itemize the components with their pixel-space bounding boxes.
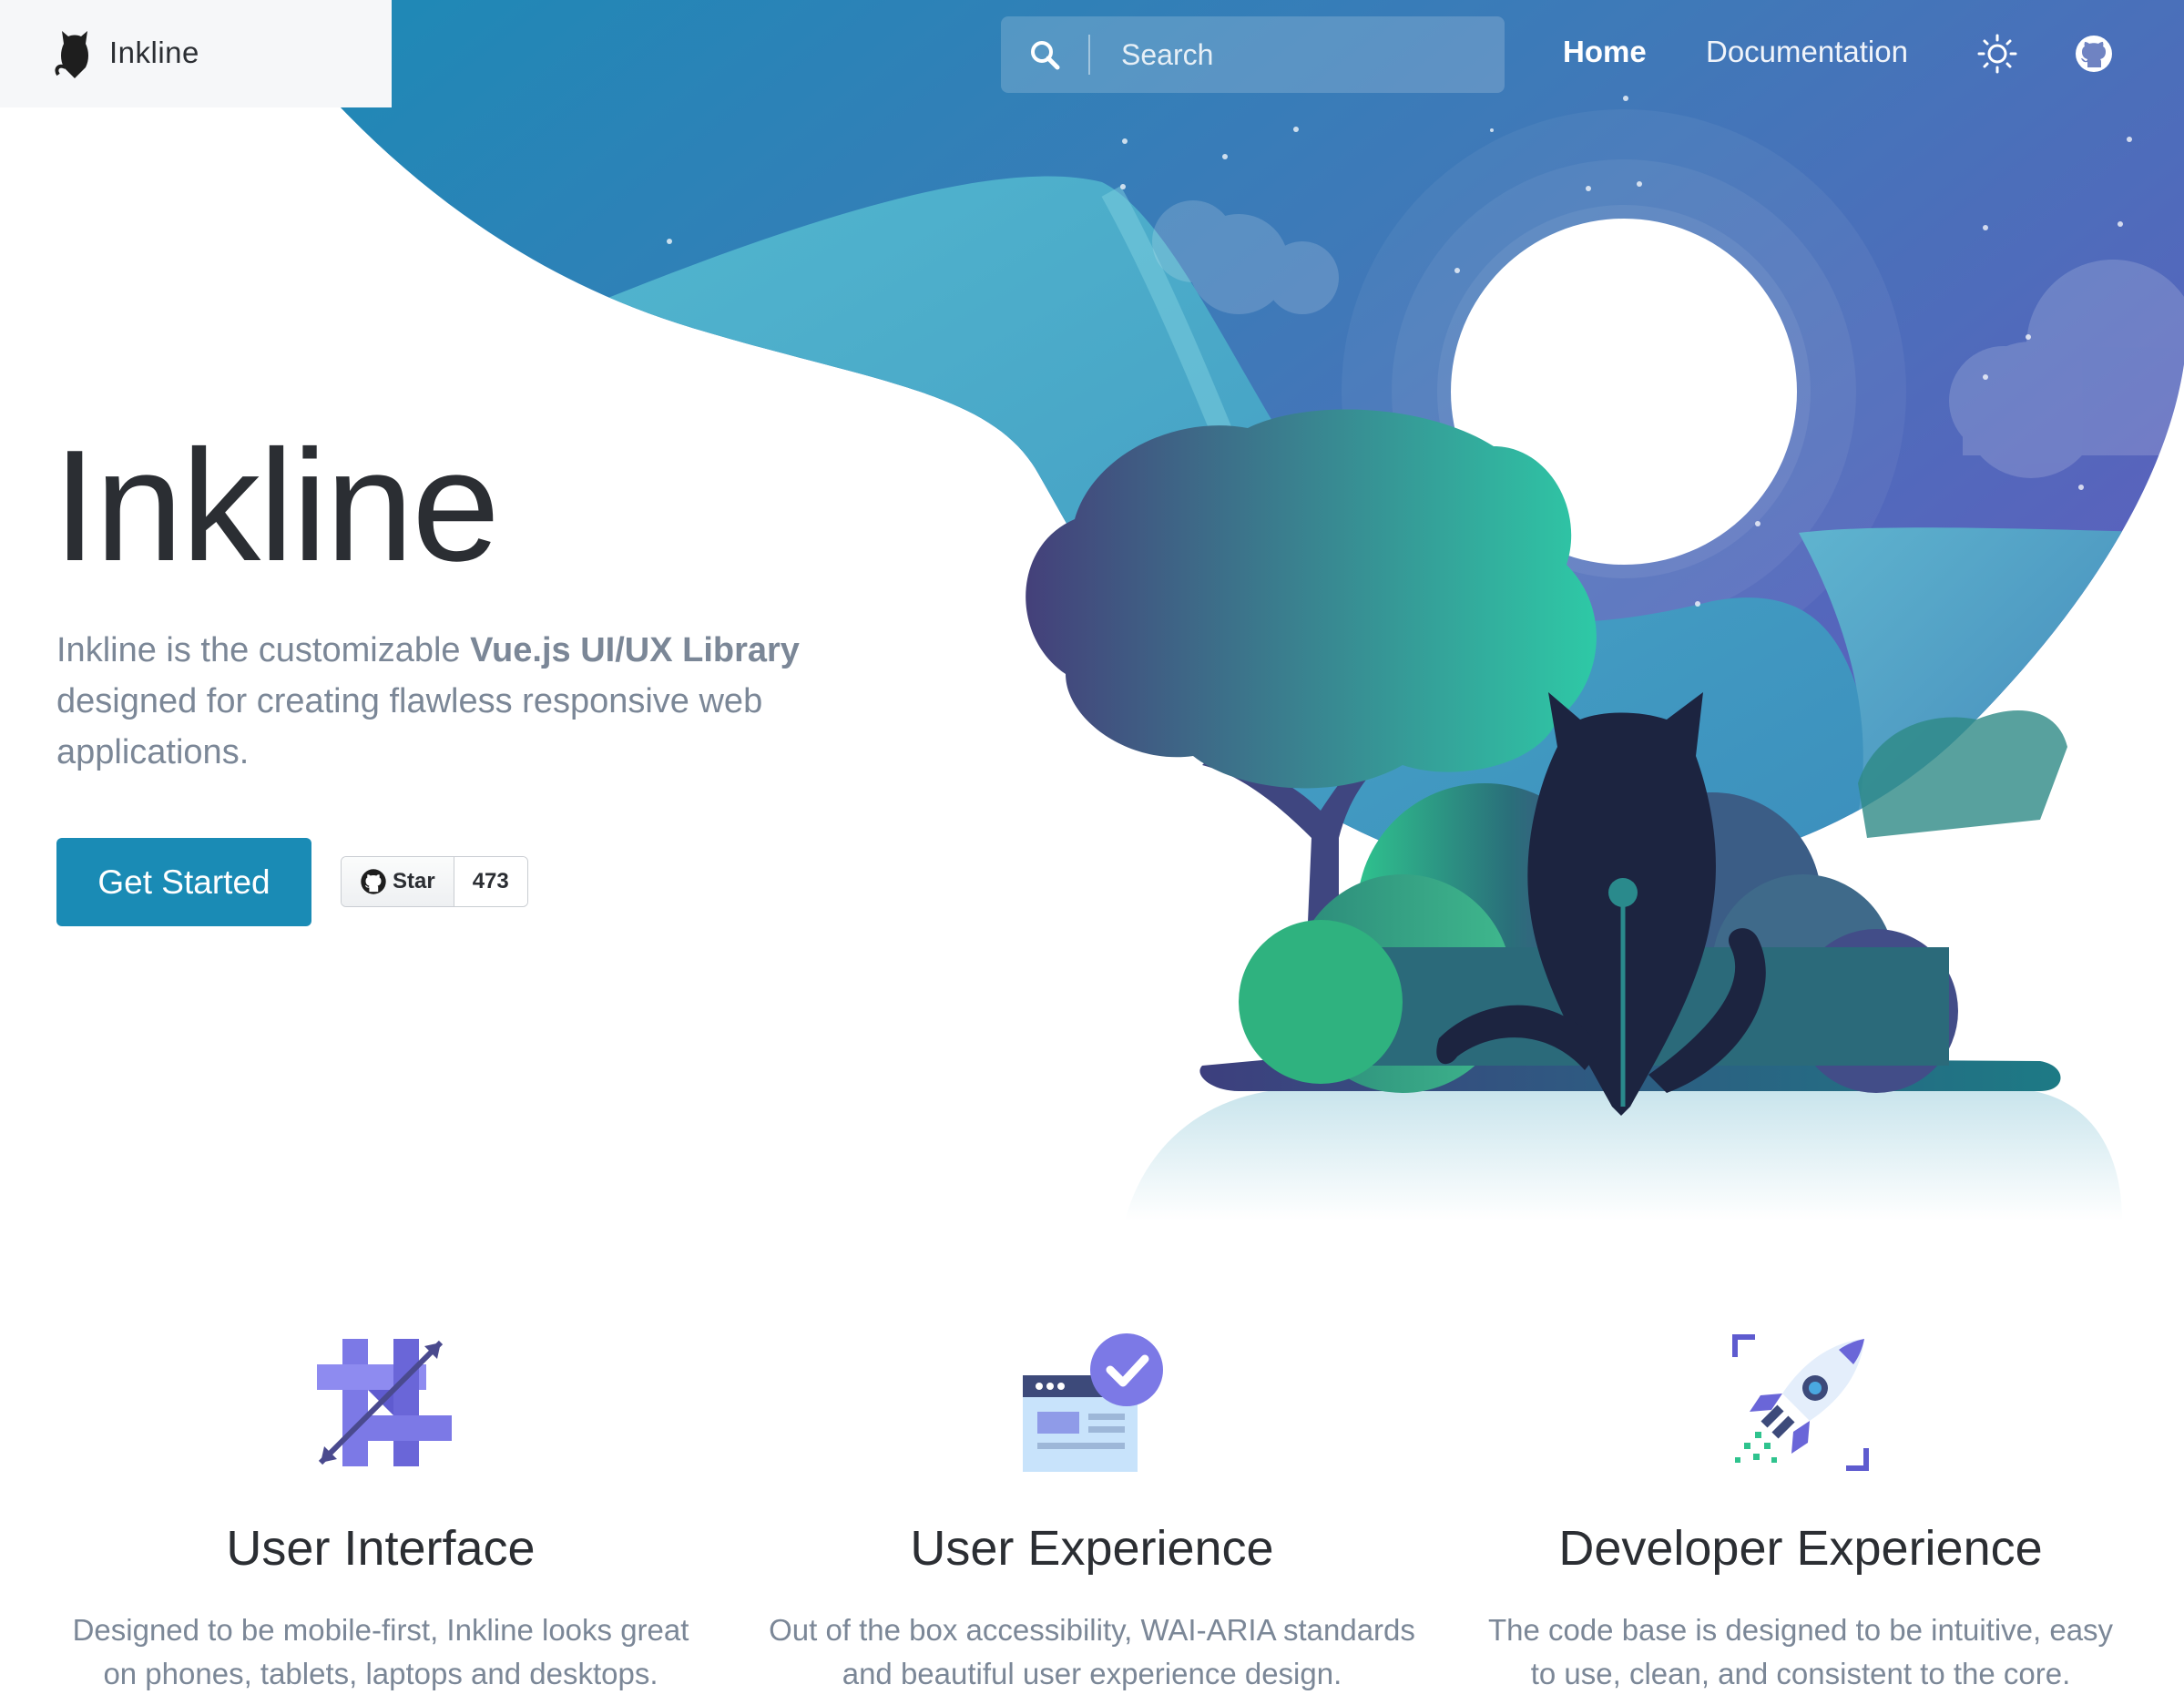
cat-logo-icon bbox=[55, 31, 88, 78]
browser-check-icon bbox=[1023, 1333, 1163, 1472]
feature-user-experience: User Experience Out of the box accessibi… bbox=[746, 1330, 1438, 1696]
feature-title: User Interface bbox=[226, 1521, 536, 1576]
hero-title: Inkline bbox=[53, 416, 500, 594]
hero-illustration bbox=[250, 0, 2184, 1220]
rocket-icon bbox=[1732, 1334, 1869, 1471]
github-star-count[interactable]: 473 bbox=[454, 857, 527, 906]
sun-icon[interactable] bbox=[1976, 33, 2018, 75]
brand-link[interactable]: Inkline bbox=[53, 27, 199, 78]
feature-title: Developer Experience bbox=[1558, 1521, 2043, 1576]
nav-link-home[interactable]: Home bbox=[1563, 35, 1647, 69]
github-star-widget: Star 473 bbox=[341, 856, 528, 907]
github-icon[interactable] bbox=[2073, 33, 2115, 75]
hero-description-strong: Vue.js UI/UX Library bbox=[470, 631, 800, 669]
search-input[interactable] bbox=[1119, 36, 1469, 73]
hero-description: Inkline is the customizable Vue.js UI/UX… bbox=[56, 625, 876, 778]
github-star-button[interactable]: Star bbox=[342, 857, 454, 906]
search-divider bbox=[1088, 35, 1090, 75]
hero-description-suffix: designed for creating flawless responsiv… bbox=[56, 682, 763, 771]
brand-name: Inkline bbox=[109, 36, 199, 69]
feature-text: Designed to be mobile-first, Inkline loo… bbox=[72, 1613, 689, 1690]
search-icon[interactable] bbox=[1001, 39, 1088, 70]
feature-text: The code base is designed to be intuitiv… bbox=[1487, 1613, 2114, 1690]
nav-link-documentation[interactable]: Documentation bbox=[1706, 35, 1908, 69]
search-bar[interactable] bbox=[1001, 16, 1505, 93]
github-mark-icon bbox=[361, 869, 386, 894]
feature-text: Out of the box accessibility, WAI-ARIA s… bbox=[769, 1613, 1415, 1690]
github-star-label: Star bbox=[393, 869, 435, 893]
feature-user-interface: User Interface Designed to be mobile-fir… bbox=[35, 1330, 727, 1696]
feature-developer-experience: Developer Experience The code base is de… bbox=[1454, 1330, 2147, 1696]
feature-title: User Experience bbox=[910, 1521, 1274, 1576]
hero-description-prefix: Inkline is the customizable bbox=[56, 631, 471, 669]
get-started-button[interactable]: Get Started bbox=[56, 838, 311, 926]
crop-icon bbox=[317, 1339, 452, 1466]
